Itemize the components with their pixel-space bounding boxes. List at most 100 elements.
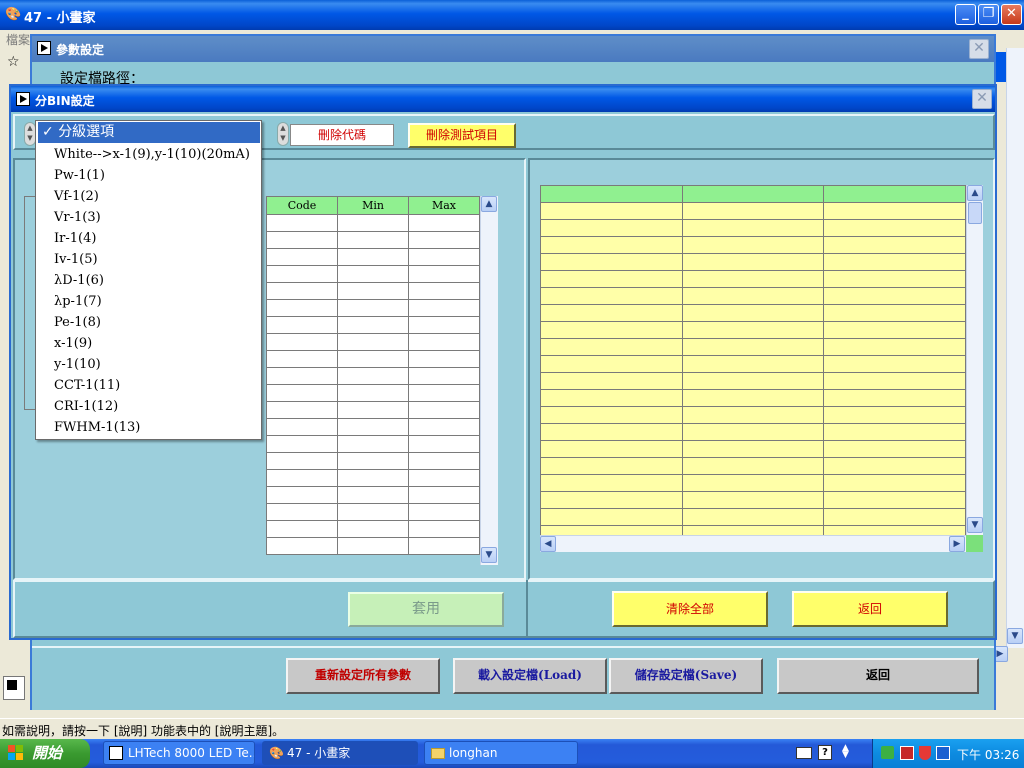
table-row[interactable] bbox=[266, 537, 480, 555]
table-cell[interactable] bbox=[408, 214, 480, 232]
table-cell[interactable] bbox=[681, 304, 825, 322]
table-cell[interactable] bbox=[266, 248, 338, 266]
table-cell[interactable] bbox=[823, 236, 966, 254]
table-cell[interactable] bbox=[681, 236, 825, 254]
table-cell[interactable] bbox=[266, 316, 338, 334]
table-cell[interactable] bbox=[681, 423, 825, 441]
table-cell[interactable] bbox=[823, 406, 966, 424]
table-row[interactable] bbox=[540, 440, 966, 458]
restore-button[interactable]: ❐ bbox=[978, 4, 999, 25]
load-config-button[interactable]: 載入設定檔(Load) bbox=[453, 658, 607, 694]
dropdown-item[interactable]: λD-1(6) bbox=[36, 270, 261, 291]
paint-vscroll[interactable]: ▼ bbox=[1006, 48, 1024, 648]
dropdown-item[interactable]: Vr-1(3) bbox=[36, 207, 261, 228]
table-row[interactable] bbox=[266, 231, 480, 249]
table-cell[interactable] bbox=[540, 508, 683, 526]
taskbar-item-paint[interactable]: 🎨 47 - 小畫家 bbox=[262, 741, 418, 765]
table-row[interactable] bbox=[266, 214, 480, 232]
dropdown-item[interactable]: Ir-1(4) bbox=[36, 228, 261, 249]
table-cell[interactable] bbox=[540, 389, 683, 407]
table-cell[interactable] bbox=[540, 474, 683, 492]
grade-option-dropdown[interactable]: ✓ 分級選項 White-->x-1(9),y-1(10)(20mA) Pw-1(… bbox=[35, 120, 262, 440]
scroll-left-icon[interactable]: ◀ bbox=[540, 536, 556, 552]
table-cell[interactable] bbox=[823, 423, 966, 441]
table-cell[interactable] bbox=[540, 253, 683, 271]
table-cell[interactable] bbox=[540, 185, 683, 203]
table-row[interactable] bbox=[540, 508, 966, 526]
dropdown-item[interactable]: Pw-1(1) bbox=[36, 165, 261, 186]
color-swatch[interactable] bbox=[3, 676, 25, 700]
table-cell[interactable] bbox=[266, 401, 338, 419]
table-cell[interactable] bbox=[337, 231, 409, 249]
table-cell[interactable] bbox=[540, 423, 683, 441]
table-row[interactable] bbox=[266, 418, 480, 436]
close-button[interactable]: ✕ bbox=[1001, 4, 1022, 25]
table-cell[interactable] bbox=[681, 338, 825, 356]
table-cell[interactable] bbox=[337, 248, 409, 266]
table-cell[interactable] bbox=[266, 503, 338, 521]
table-cell[interactable] bbox=[337, 418, 409, 436]
bin-close-button[interactable]: ✕ bbox=[972, 89, 992, 109]
table-cell[interactable] bbox=[337, 282, 409, 300]
table-row[interactable] bbox=[540, 423, 966, 441]
bin-table-hscroll[interactable]: ◀ ▶ bbox=[540, 535, 966, 552]
delete-code-field[interactable]: 刪除代碼 bbox=[290, 124, 394, 146]
table-cell[interactable] bbox=[540, 202, 683, 220]
table-cell[interactable] bbox=[337, 299, 409, 317]
table-cell[interactable] bbox=[823, 321, 966, 339]
table-cell[interactable] bbox=[540, 219, 683, 237]
dropdown-item[interactable]: Pe-1(8) bbox=[36, 312, 261, 333]
table-cell[interactable] bbox=[540, 304, 683, 322]
table-cell[interactable] bbox=[823, 457, 966, 475]
dropdown-item[interactable]: Iv-1(5) bbox=[36, 249, 261, 270]
table-row[interactable] bbox=[540, 457, 966, 475]
table-row[interactable] bbox=[266, 316, 480, 334]
table-cell[interactable] bbox=[408, 367, 480, 385]
taskbar-item-folder[interactable]: longhan bbox=[424, 741, 578, 765]
table-row[interactable] bbox=[266, 452, 480, 470]
table-cell[interactable] bbox=[266, 265, 338, 283]
table-cell[interactable] bbox=[540, 406, 683, 424]
table-cell[interactable] bbox=[266, 231, 338, 249]
table-cell[interactable] bbox=[408, 282, 480, 300]
table-cell[interactable] bbox=[823, 304, 966, 322]
table-cell[interactable] bbox=[266, 435, 338, 453]
network-icon[interactable] bbox=[881, 746, 894, 759]
scroll-right-icon[interactable]: ▶ bbox=[949, 536, 965, 552]
table-cell[interactable] bbox=[408, 435, 480, 453]
minimize-button[interactable]: _ bbox=[955, 4, 976, 25]
table-cell[interactable] bbox=[337, 333, 409, 351]
table-cell[interactable] bbox=[337, 435, 409, 453]
table-cell[interactable] bbox=[266, 537, 338, 555]
table-row[interactable] bbox=[540, 253, 966, 271]
code-table-scrollbar[interactable]: ▲ ▼ bbox=[480, 196, 498, 565]
bin-table-vscroll[interactable]: ▲ ▼ bbox=[966, 185, 983, 535]
table-cell[interactable] bbox=[681, 355, 825, 373]
table-cell[interactable] bbox=[823, 474, 966, 492]
table-cell[interactable] bbox=[540, 236, 683, 254]
table-cell[interactable] bbox=[540, 491, 683, 509]
table-cell[interactable] bbox=[266, 299, 338, 317]
clear-all-button[interactable]: 清除全部 bbox=[612, 591, 768, 627]
taskbar-item-labview[interactable]: LHTech 8000 LED Te... bbox=[103, 741, 255, 765]
table-cell[interactable] bbox=[681, 440, 825, 458]
table-cell[interactable] bbox=[266, 384, 338, 402]
table-cell[interactable] bbox=[540, 287, 683, 305]
table-cell[interactable] bbox=[408, 265, 480, 283]
table-row[interactable] bbox=[266, 384, 480, 402]
bin-back-button[interactable]: 返回 bbox=[792, 591, 948, 627]
help-icon[interactable]: ? bbox=[818, 745, 832, 760]
shield-icon[interactable] bbox=[919, 746, 931, 760]
table-cell[interactable] bbox=[266, 367, 338, 385]
security-icon[interactable] bbox=[900, 746, 914, 760]
table-row[interactable] bbox=[540, 270, 966, 288]
table-cell[interactable] bbox=[681, 406, 825, 424]
delete-test-item-button[interactable]: 刪除測試項目 bbox=[408, 123, 516, 148]
table-row[interactable] bbox=[540, 219, 966, 237]
table-cell[interactable] bbox=[266, 418, 338, 436]
table-cell[interactable] bbox=[337, 503, 409, 521]
table-cell[interactable] bbox=[823, 491, 966, 509]
table-row[interactable] bbox=[540, 338, 966, 356]
table-cell[interactable] bbox=[266, 214, 338, 232]
code-table[interactable]: Code Min Max bbox=[266, 196, 480, 555]
